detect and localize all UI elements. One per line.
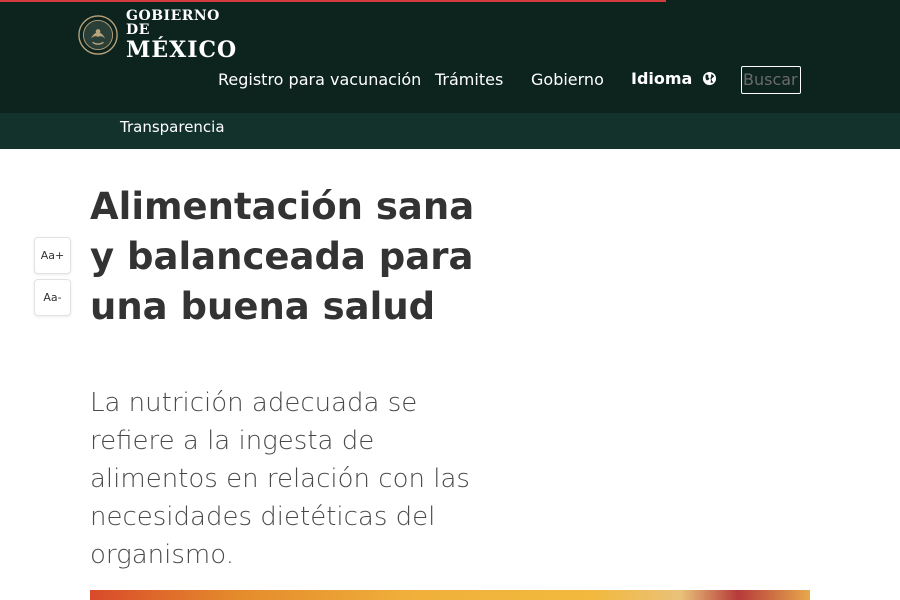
search-input[interactable] bbox=[741, 66, 801, 94]
increase-font-button[interactable]: Aa+ bbox=[34, 237, 71, 274]
logo-line-2: MÉXICO bbox=[126, 37, 238, 63]
national-seal-icon bbox=[78, 15, 118, 55]
logo-line-1: GOBIERNO DE bbox=[126, 8, 220, 38]
nav-transparencia[interactable]: Transparencia bbox=[120, 118, 225, 136]
site-header: GOBIERNO DE MÉXICO Registro para vacunac… bbox=[0, 0, 900, 149]
loading-bar bbox=[0, 0, 666, 2]
nav-idioma[interactable]: Idioma bbox=[631, 69, 717, 88]
article-title: Alimentación sana y balanceada para una … bbox=[90, 185, 475, 328]
nav-tramites[interactable]: Trámites bbox=[435, 70, 503, 89]
page: GOBIERNO DE MÉXICO Registro para vacunac… bbox=[0, 0, 900, 600]
nav-gobierno[interactable]: Gobierno bbox=[531, 70, 604, 89]
nav-idioma-label: Idioma bbox=[631, 69, 693, 88]
gobierno-logo[interactable]: GOBIERNO DE MÉXICO bbox=[78, 8, 238, 63]
article-lead: La nutrición adecuada se refiere a la in… bbox=[90, 388, 470, 570]
nav-registro-vacunacion[interactable]: Registro para vacunación bbox=[218, 70, 421, 89]
decrease-font-button[interactable]: Aa- bbox=[34, 279, 71, 316]
globe-icon bbox=[702, 71, 716, 86]
hero-image bbox=[90, 590, 810, 600]
